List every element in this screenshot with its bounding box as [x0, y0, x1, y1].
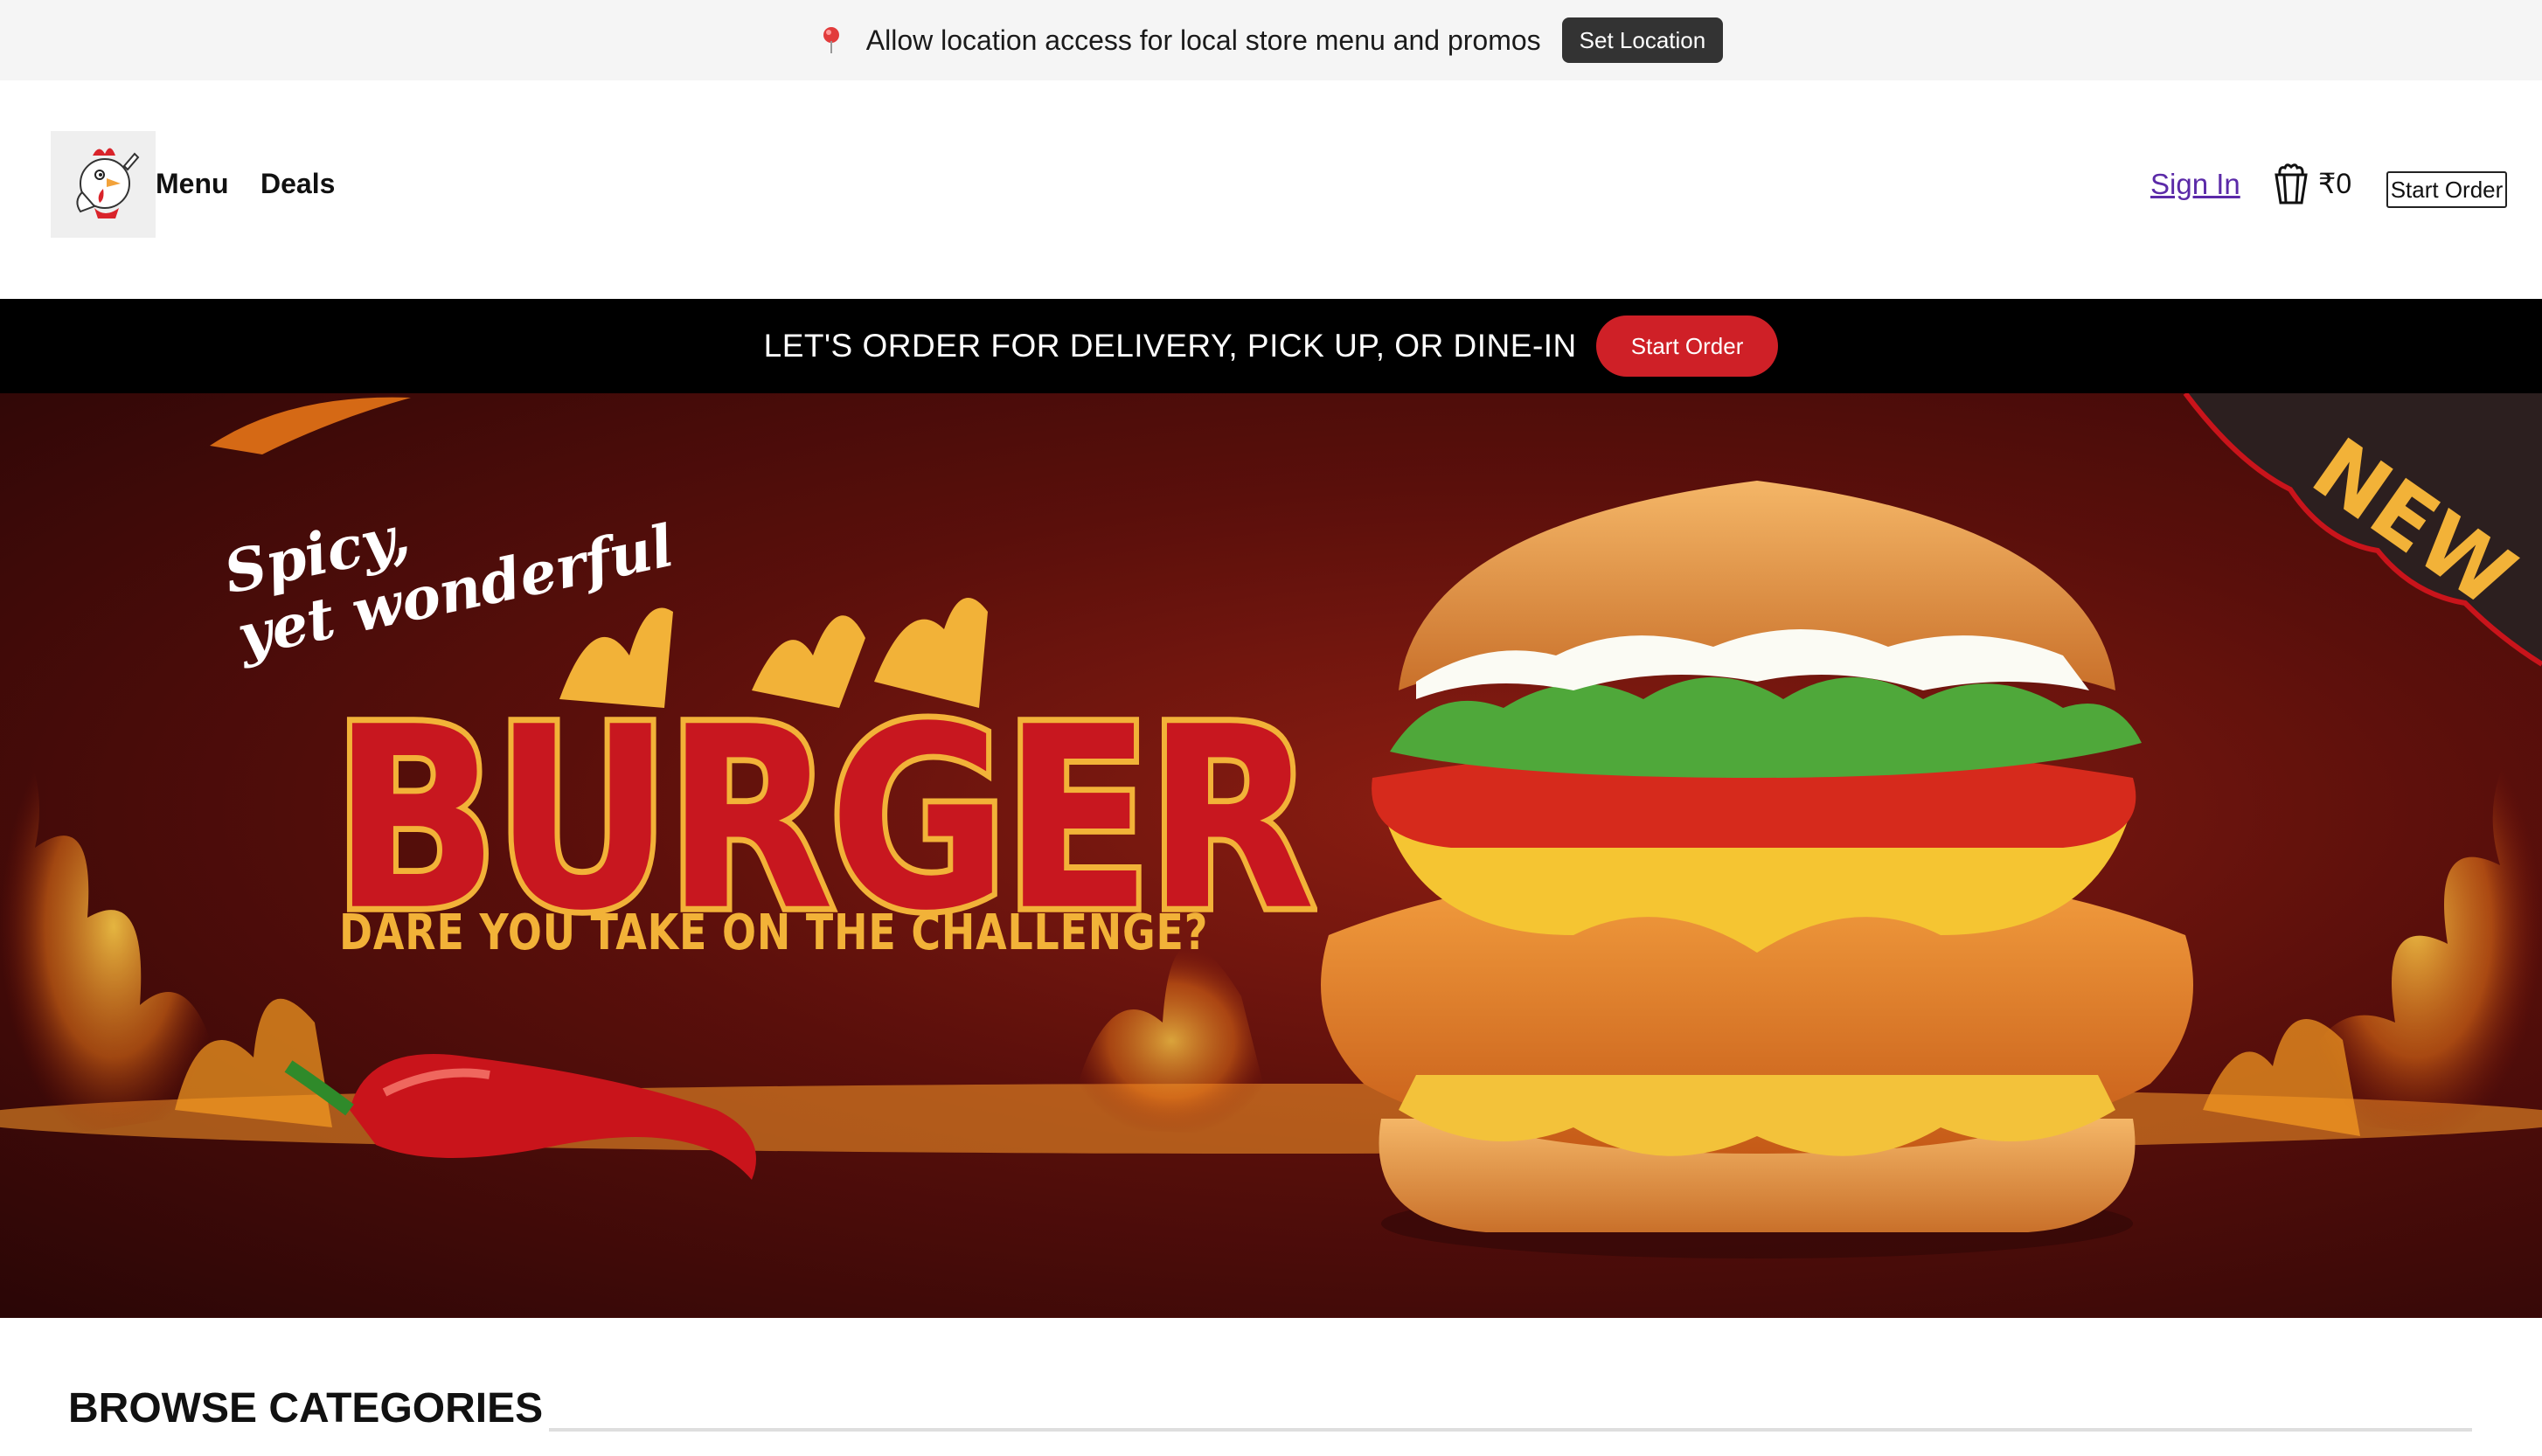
order-strip-text: LET'S ORDER FOR DELIVERY, PICK UP, OR DI…: [763, 328, 1577, 364]
strip-start-order-button[interactable]: Start Order: [1595, 315, 1779, 377]
site-header: Menu Deals Sign In ₹0 Start Order: [0, 80, 2542, 299]
nav-deals-link[interactable]: Deals: [260, 168, 335, 200]
set-location-button[interactable]: Set Location: [1561, 17, 1724, 63]
location-message: Allow location access for local store me…: [865, 24, 1541, 56]
rooster-mascot-logo[interactable]: [51, 131, 156, 238]
nav-menu-link[interactable]: Menu: [156, 168, 229, 200]
flames-top-left: [210, 397, 411, 454]
flames-right: [2203, 708, 2542, 1145]
hero-banner[interactable]: Spicy, yet wonderful BURGER DARE YOU TAK…: [0, 393, 2542, 1318]
flames-left: [0, 708, 332, 1145]
section-divider: [549, 1428, 2472, 1432]
location-bar: Allow location access for local store me…: [0, 0, 2542, 80]
location-pin-icon: [823, 27, 839, 53]
sign-in-link[interactable]: Sign In: [2150, 168, 2240, 201]
chili-pepper: [284, 1054, 756, 1180]
order-strip: LET'S ORDER FOR DELIVERY, PICK UP, OR DI…: [0, 299, 2542, 393]
browse-categories-heading: BROWSE CATEGORIES: [68, 1385, 544, 1432]
cart-total: ₹0: [2318, 168, 2352, 199]
cart-button[interactable]: ₹0: [2271, 163, 2351, 205]
burger-illustration: [1321, 481, 2193, 1258]
hero-tagline: DARE YOU TAKE ON THE CHALLENGE?: [339, 905, 1209, 961]
header-start-order-button[interactable]: Start Order: [2386, 171, 2507, 208]
bucket-icon: [2275, 163, 2308, 205]
logo-graphic: [76, 148, 140, 218]
flames-center: [1066, 945, 1276, 1136]
